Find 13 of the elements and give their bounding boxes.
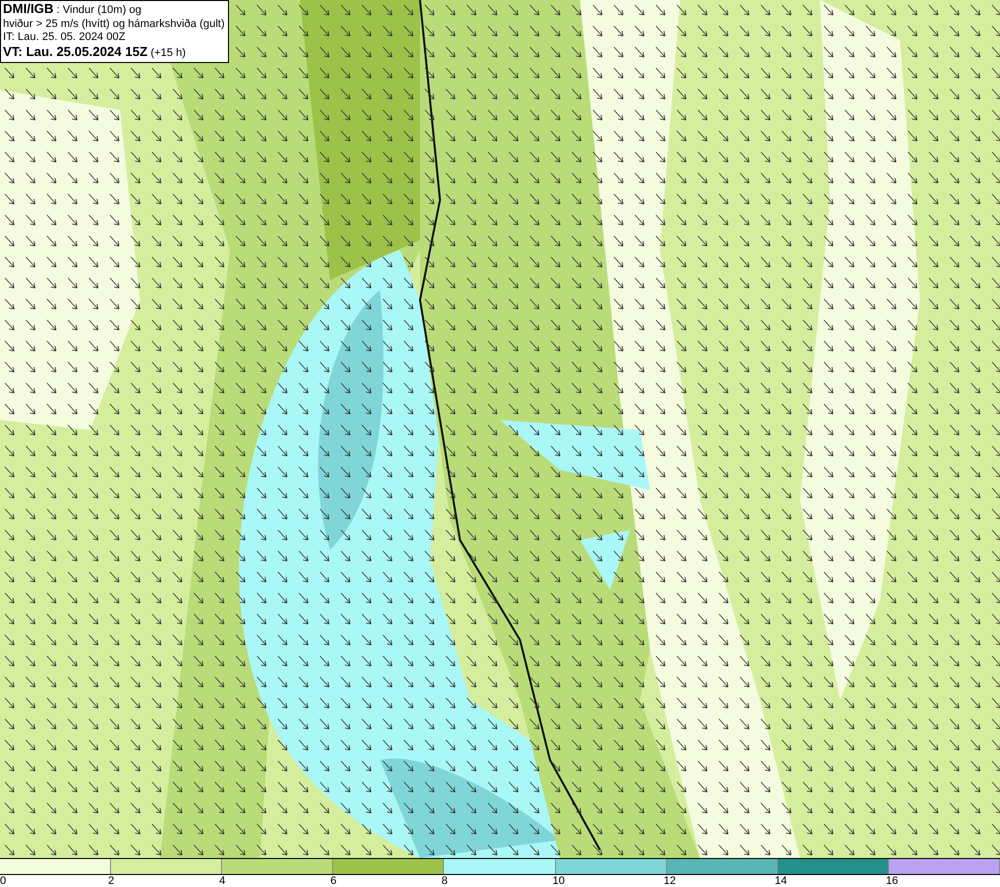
legend-tick-label: 0 — [0, 875, 6, 887]
legend-tick-label: 12 — [664, 875, 676, 887]
title-line: DMI/IGB : Vindur (10m) og — [3, 2, 142, 18]
legend-tick-label: 8 — [441, 875, 448, 887]
title-line: VT: Lau. 25.05.2024 15Z (+15 h) — [3, 44, 187, 60]
legend-tick-label: 16 — [886, 875, 898, 887]
legend-tick-label: 10 — [552, 875, 565, 887]
title-line: hviður > 25 m/s (hvítt) og hámarkshviða (gult) — [3, 18, 225, 31]
legend-tick-label: 4 — [219, 875, 226, 887]
title-line: IT: Lau. 25. 05. 2024 00Z — [3, 31, 126, 44]
legend-tick-label: 14 — [774, 875, 788, 887]
legend-tick-label: 2 — [108, 875, 114, 887]
legend-tick-label: 6 — [330, 875, 336, 887]
